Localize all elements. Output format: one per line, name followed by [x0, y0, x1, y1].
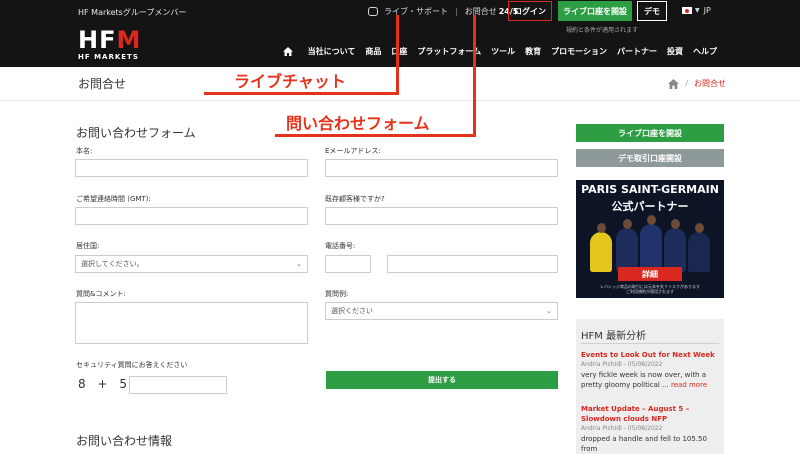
breadcrumb-separator: / [685, 79, 688, 88]
submit-button[interactable]: 提出する [326, 371, 558, 389]
annotation-inquiry-form: 問い合わせフォーム [286, 114, 430, 133]
comment-label: 質問&コメント: [76, 290, 126, 298]
player-image [616, 219, 638, 272]
banner-disclaimer: レバレッジ商品の取引には元本を失うリスクがあります ご利用規約が適用されます [576, 284, 724, 294]
logo-subtitle: HF MARKETS [78, 53, 139, 61]
nav-item-accounts[interactable]: 口座 [386, 46, 412, 57]
banner-subtitle: 公式パートナー [611, 200, 689, 213]
divider [581, 343, 719, 344]
main-nav: 当社について 商品 口座 プラットフォーム ツール 教育 プロモーション パート… [282, 46, 722, 57]
question-example-select[interactable]: 選択ください ⌄ [325, 302, 558, 320]
language-selector[interactable]: ▼ JP [682, 6, 711, 15]
breadcrumb-home-icon[interactable] [668, 78, 680, 89]
residence-label: 居住国: [76, 242, 100, 250]
nav-item-promotions[interactable]: プロモーション [546, 46, 612, 57]
chevron-down-icon: ⌄ [296, 260, 302, 268]
preferred-time-field[interactable] [75, 207, 308, 225]
email-label: Eメールアドレス: [325, 147, 381, 155]
nav-item-help[interactable]: ヘルプ [688, 46, 722, 57]
email-field[interactable] [325, 159, 558, 177]
hfm-logo[interactable]: HFM HF MARKETS [78, 28, 144, 62]
contact-link[interactable]: お問合せ [465, 6, 497, 17]
security-question-label: セキュリティ質問にお答えください [76, 361, 188, 369]
comment-textarea[interactable] [75, 302, 308, 344]
banner-details-button[interactable]: 詳細 [618, 267, 682, 281]
latest-analysis-panel: HFM 最新分析 Events to Look Out for Next Wee… [576, 319, 724, 454]
sidebar-open-live-button[interactable]: ライブ口座を開設 [576, 124, 724, 142]
group-member-text: HF Marketsグループメンバー [78, 8, 187, 17]
question-example-label: 質問例: [325, 290, 349, 298]
name-label: 本名: [76, 147, 93, 155]
phone-label: 電話番号: [325, 242, 356, 250]
language-code: JP [703, 6, 711, 15]
residence-select-value: 選択してください。 [81, 260, 144, 268]
breadcrumb: / お問合せ [668, 78, 726, 89]
residence-select[interactable]: 選択してください。 ⌄ [75, 255, 308, 273]
nav-item-education[interactable]: 教育 [520, 46, 546, 57]
japan-flag-icon [682, 7, 692, 14]
player-image [640, 215, 662, 272]
read-more-link[interactable]: read more [671, 381, 707, 389]
chat-icon[interactable] [368, 7, 378, 16]
latest-analysis-title: HFM 最新分析 [581, 331, 647, 342]
existing-client-label: 既存顧客様ですか? [325, 195, 385, 203]
psg-partner-banner[interactable]: PARIS SAINT-GERMAIN 公式パートナー 詳細 レバレッジ商品の取… [576, 180, 724, 298]
nav-item-tools[interactable]: ツール [486, 46, 520, 57]
form-title: お問い合わせフォーム [76, 126, 196, 140]
banner-title: PARIS SAINT-GERMAIN [581, 183, 719, 196]
logo-text-hf: HF [78, 26, 117, 54]
nav-item-about[interactable]: 当社について [303, 46, 361, 57]
news-item: Market Update – August 5 – Slowdown clou… [581, 404, 721, 454]
open-live-account-button[interactable]: ライブ口座を開設 [558, 1, 632, 21]
news-item-title[interactable]: Market Update – August 5 – Slowdown clou… [581, 404, 721, 424]
banner-disclaimer-line-2: ご利用規約が適用されます [626, 289, 674, 294]
contact-info-title: お問い合わせ情報 [76, 434, 173, 448]
login-button[interactable]: ログイン [508, 1, 552, 21]
nav-item-invest[interactable]: 投資 [662, 46, 688, 57]
sidebar-open-demo-button[interactable]: デモ取引口座開設 [576, 149, 724, 167]
breadcrumb-current: お問合せ [694, 79, 726, 88]
page-title-bar: お問合せ / お問合せ [0, 67, 800, 101]
demo-button[interactable]: デモ [637, 1, 667, 21]
captcha-question: 8 + 5 [78, 377, 131, 391]
player-image [664, 219, 686, 272]
player-image [590, 223, 612, 272]
separator: | [455, 7, 458, 16]
live-support-link[interactable]: ライブ・サポート [384, 6, 448, 17]
player-image [688, 223, 710, 272]
existing-client-field[interactable] [325, 207, 558, 225]
page-title: お問合せ [78, 77, 127, 91]
site-header: HF Marketsグループメンバー ライブ・サポート | お問合せ 24/5 … [0, 0, 800, 67]
name-field[interactable] [75, 159, 308, 177]
home-icon[interactable] [282, 47, 293, 56]
annotation-line-chat-vertical [396, 15, 399, 95]
preferred-time-label: ご希望連絡時間 (GMT): [76, 195, 151, 203]
captcha-answer-field[interactable] [129, 376, 227, 394]
phone-number-field[interactable] [387, 255, 558, 273]
chevron-down-icon: ▼ [695, 7, 700, 14]
phone-country-code-field[interactable] [325, 255, 371, 273]
news-item-meta: Andria Pichidi - 05/08/2022 [581, 361, 663, 368]
news-item-title[interactable]: Events to Look Out for Next Week [581, 350, 721, 360]
news-item-body: very fickle week is now over, with a pre… [581, 370, 721, 390]
annotation-line-form-horizontal [275, 134, 476, 137]
news-item-meta: Andria Pichidi - 05/08/2022 [581, 425, 663, 432]
nav-item-products[interactable]: 商品 [360, 46, 386, 57]
chevron-down-icon: ⌄ [546, 307, 552, 315]
nav-item-partners[interactable]: パートナー [612, 46, 662, 57]
annotation-line-form-vertical [473, 15, 476, 137]
news-item: Events to Look Out for Next Week Andria … [581, 350, 721, 390]
news-item-excerpt: dropped a handle and fell to 105.50 from [581, 435, 707, 453]
annotation-line-chat-horizontal [204, 92, 399, 95]
top-links: ライブ・サポート | お問合せ 24/5 [368, 6, 518, 17]
logo-text-m: M [116, 26, 142, 54]
question-example-value: 選択ください [331, 307, 373, 315]
annotation-live-chat: ライブチャット [234, 72, 346, 91]
terms-note[interactable]: 規約と条件が適用されます [566, 25, 638, 34]
